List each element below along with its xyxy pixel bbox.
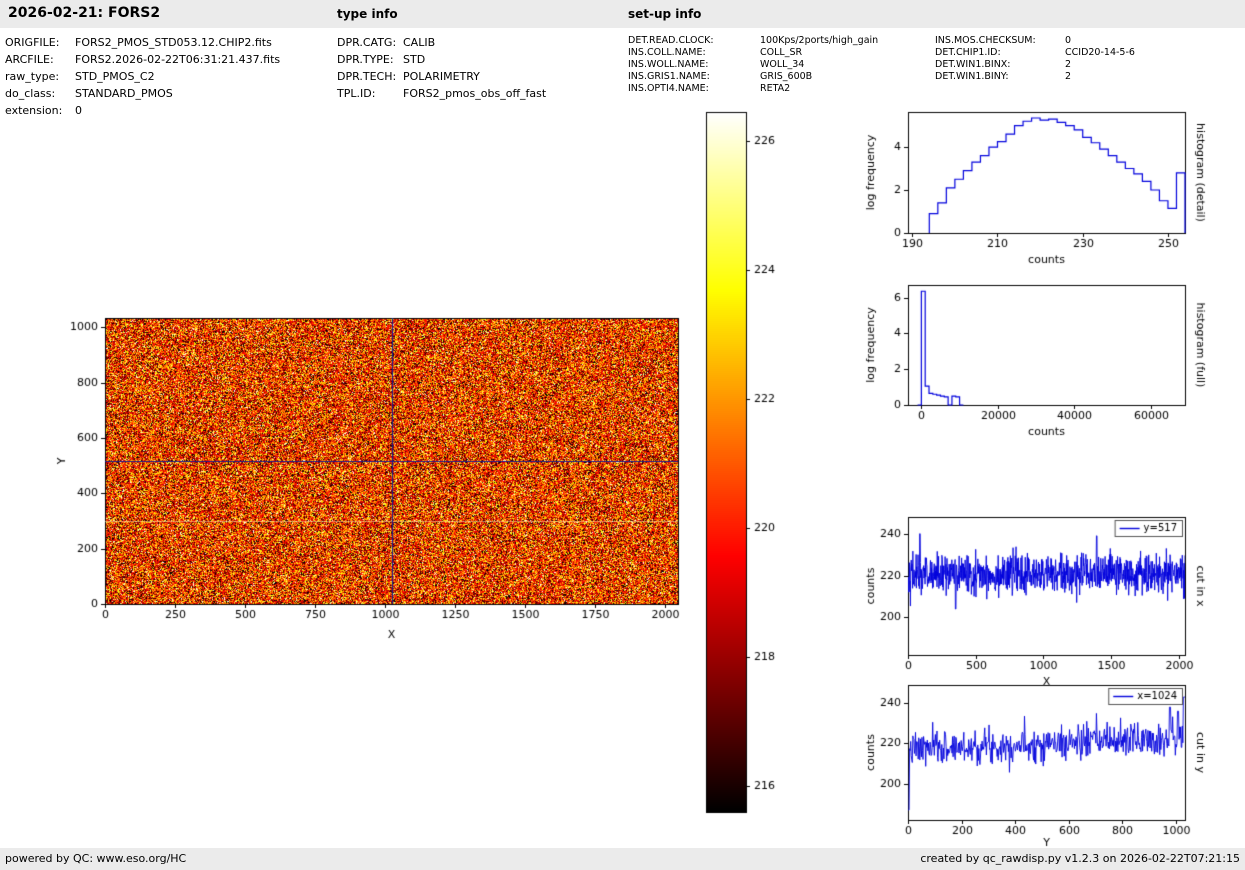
metadata-label: do_class: [5,87,56,100]
metadata-label: INS.WOLL.NAME: [628,59,709,70]
metadata-row: INS.MOS.CHECKSUM: 0 [935,35,1135,47]
metadata-label: INS.OPTI4.NAME: [628,83,709,94]
footer-credit: powered by QC: www.eso.org/HC [5,852,187,865]
metadata-label: INS.MOS.CHECKSUM: [935,35,1036,46]
metadata-label: DET.WIN1.BINY: [935,71,1009,82]
metadata-value: FORS2_PMOS_STD053.12.CHIP2.fits [75,36,272,49]
metadata-value: STANDARD_PMOS [75,87,173,100]
metadata-value: 100Kps/2ports/high_gain [760,35,879,46]
file-info-block: ORIGFILE: FORS2_PMOS_STD053.12.CHIP2.fits… [5,34,280,119]
metadata-value: WOLL_34 [760,59,805,70]
metadata-label: extension: [5,104,63,117]
metadata-row: DET.CHIP1.ID: CCID20-14-5-6 [935,47,1135,59]
metadata-value: STD_PMOS_C2 [75,70,155,83]
metadata-label: DET.READ.CLOCK: [628,35,714,46]
report-title: 2026-02-21: FORS2 [8,5,161,21]
metadata-row: DET.WIN1.BINX: 2 [935,59,1135,71]
metadata-row: raw_type: STD_PMOS_C2 [5,68,280,85]
raw-frame-heatmap [40,295,700,660]
metadata-value: STD [403,53,426,66]
colorbar [700,105,800,820]
setup-info-block-a: DET.READ.CLOCK: 100Kps/2ports/high_gain IN… [628,35,878,95]
metadata-row: INS.GRIS1.NAME: GRIS_600B [628,71,878,83]
metadata-label: DPR.TYPE: [337,53,394,66]
metadata-label: DPR.CATG: [337,36,397,49]
metadata-row: INS.COLL.NAME: COLL_SR [628,47,878,59]
type-info-heading: type info [337,7,398,21]
metadata-row: DPR.TECH: POLARIMETRY [337,68,546,85]
metadata-label: ARCFILE: [5,53,54,66]
metadata-label: DET.WIN1.BINX: [935,59,1011,70]
metadata-row: ARCFILE: FORS2.2026-02-22T06:31:21.437.fi… [5,51,280,68]
metadata-row: DPR.CATG: CALIB [337,34,546,51]
metadata-value: FORS2_pmos_obs_off_fast [403,87,547,100]
cut-in-x-plot [860,509,1225,694]
metadata-label: DPR.TECH: [337,70,397,83]
metadata-row: do_class: STANDARD_PMOS [5,85,280,102]
metadata-value: 0 [1065,35,1072,46]
metadata-value: POLARIMETRY [403,70,480,83]
header-bar: 2026-02-21: FORS2 type info set-up info [0,0,1245,28]
metadata-value: CALIB [403,36,436,49]
qc-report-page: 2026-02-21: FORS2 type info set-up info … [0,0,1245,870]
metadata-label: raw_type: [5,70,60,83]
metadata-value: RETA2 [760,83,791,94]
metadata-value: 2 [1065,71,1072,82]
metadata-label: DET.CHIP1.ID: [935,47,1001,58]
metadata-row: INS.OPTI4.NAME: RETA2 [628,83,878,95]
metadata-row: ORIGFILE: FORS2_PMOS_STD053.12.CHIP2.fits [5,34,280,51]
metadata-row: DET.WIN1.BINY: 2 [935,71,1135,83]
metadata-label: INS.COLL.NAME: [628,47,706,58]
histogram-detail-plot [860,104,1225,279]
footer-created: created by qc_rawdisp.py v1.2.3 on 2026-… [920,852,1240,865]
cut-in-y-plot [860,677,1225,862]
metadata-value: COLL_SR [760,47,803,58]
metadata-value: GRIS_600B [760,71,813,82]
metadata-label: TPL.ID: [337,87,376,100]
setup-info-heading: set-up info [628,7,702,21]
metadata-label: INS.GRIS1.NAME: [628,71,710,82]
metadata-value: 2 [1065,59,1072,70]
histogram-full-plot [860,277,1225,452]
metadata-row: TPL.ID: FORS2_pmos_obs_off_fast [337,85,546,102]
metadata-row: DET.READ.CLOCK: 100Kps/2ports/high_gain [628,35,878,47]
type-info-block: DPR.CATG: CALIB DPR.TYPE: STD DPR.TECH: POLAR… [337,34,546,102]
metadata-row: extension: 0 [5,102,280,119]
metadata-value: 0 [75,104,82,117]
footer-bar: powered by QC: www.eso.org/HC created by… [0,848,1245,870]
metadata-value: CCID20-14-5-6 [1065,47,1135,58]
metadata-row: INS.WOLL.NAME: WOLL_34 [628,59,878,71]
metadata-value: FORS2.2026-02-22T06:31:21.437.fits [75,53,281,66]
setup-info-block-b: INS.MOS.CHECKSUM: 0 DET.CHIP1.ID: CCID20-14… [935,35,1135,83]
metadata-label: ORIGFILE: [5,36,60,49]
metadata-row: DPR.TYPE: STD [337,51,546,68]
